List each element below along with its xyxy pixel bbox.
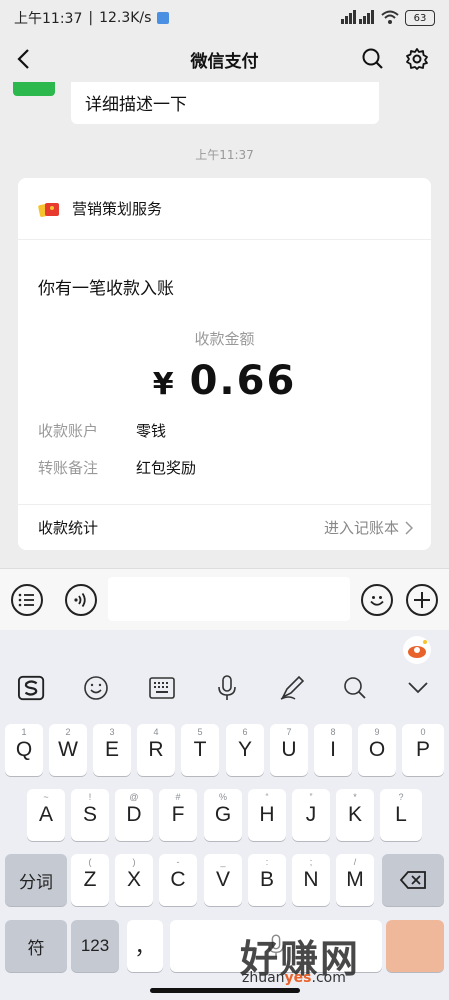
menu-list-icon[interactable] <box>11 584 43 616</box>
key-o[interactable]: 9O <box>358 724 396 776</box>
plus-icon[interactable] <box>406 584 438 616</box>
search-icon[interactable] <box>360 46 386 72</box>
key-r[interactable]: 4R <box>137 724 175 776</box>
number-key[interactable]: 123 <box>71 920 119 972</box>
home-indicator[interactable] <box>150 988 300 993</box>
battery-icon: 63 <box>405 10 435 26</box>
emoji-face-icon[interactable] <box>82 674 110 702</box>
payment-card[interactable]: 营销策划服务 你有一笔收款入账 收款金额 ¥0.66 收款账户 零钱 转账备注 … <box>18 178 431 550</box>
key-d[interactable]: @ D <box>115 789 153 841</box>
key-e[interactable]: 3E <box>93 724 131 776</box>
detail-value: 零钱 <box>136 422 167 440</box>
key-z[interactable]: (Z <box>71 854 109 906</box>
detail-key: 收款账户 <box>38 422 99 440</box>
key-b[interactable]: :B <box>248 854 286 906</box>
key-x[interactable]: ) X <box>115 854 153 906</box>
key-y[interactable]: 6Y <box>226 724 264 776</box>
sogou-logo-icon[interactable] <box>18 674 46 702</box>
app-notification-icon <box>157 12 170 24</box>
symbol-key[interactable]: 符 <box>5 920 67 972</box>
detail-row: 转账备注 红包奖励 <box>38 457 196 478</box>
message-bubble[interactable]: 详细描述一下 <box>71 82 379 124</box>
backspace-key[interactable] <box>382 854 444 906</box>
collapse-keyboard-icon[interactable] <box>404 674 432 702</box>
key-l[interactable]: ? L <box>380 789 422 841</box>
key-k[interactable]: * K <box>336 789 374 841</box>
key-j[interactable]: ” J <box>292 789 330 841</box>
key-m[interactable]: / M <box>336 854 374 906</box>
comma-key[interactable]: ， <box>127 920 163 972</box>
microphone-icon[interactable] <box>213 674 241 702</box>
handwriting-icon[interactable] <box>278 674 306 702</box>
key-q[interactable]: 1Q <box>5 724 43 776</box>
wifi-icon <box>381 10 399 27</box>
signal-icon <box>341 9 375 27</box>
amount-label: 收款金额 <box>194 330 255 348</box>
ledger-link-label: 进入记账本 <box>323 519 399 537</box>
enter-key[interactable] <box>386 920 444 972</box>
chat-input-bar <box>0 568 449 630</box>
message-timestamp: 上午11:37 <box>195 148 254 162</box>
status-time: 上午11:37 <box>14 11 83 27</box>
card-footer[interactable]: 收款统计 进入记账本 <box>18 504 431 550</box>
segment-key[interactable]: 分词 <box>5 854 67 906</box>
detail-row: 收款账户 零钱 <box>38 420 166 441</box>
key-h[interactable]: “H <box>248 789 286 841</box>
red-packet-icon <box>38 200 60 218</box>
gear-icon[interactable] <box>404 46 430 72</box>
currency-symbol: ¥ <box>152 367 176 402</box>
key-i[interactable]: 8I <box>314 724 352 776</box>
amount-value: ¥0.66 <box>18 358 431 404</box>
backspace-icon <box>399 871 426 889</box>
keyboard-layout-icon[interactable] <box>148 674 176 702</box>
key-c[interactable]: -C <box>159 854 197 906</box>
key-t[interactable]: 5T <box>181 724 219 776</box>
key-g[interactable]: % G <box>204 789 242 841</box>
keyboard-toolbar <box>0 658 449 718</box>
key-p[interactable]: 0P <box>402 724 444 776</box>
watermark-url: zhuanyes.com <box>242 970 346 986</box>
key-s[interactable]: ! S <box>71 789 109 841</box>
detail-key: 转账备注 <box>38 459 99 477</box>
search-icon[interactable] <box>341 674 369 702</box>
nav-bar: 微信支付 <box>0 36 449 82</box>
amount-number: 0.66 <box>189 358 297 404</box>
status-speed: 12.3K/s <box>99 10 152 26</box>
footer-stats-label: 收款统计 <box>38 519 99 537</box>
detail-value: 红包奖励 <box>136 459 197 477</box>
key-n[interactable]: ; N <box>292 854 330 906</box>
key-f[interactable]: # F <box>159 789 197 841</box>
ledger-link[interactable]: 进入记账本 <box>324 517 413 538</box>
voice-icon[interactable] <box>65 584 97 616</box>
avatar[interactable] <box>13 82 55 96</box>
status-bar: 上午11:37 | 12.3K/s 63 <box>0 0 449 36</box>
key-a[interactable]: ~ A <box>27 789 65 841</box>
key-u[interactable]: 7U <box>270 724 308 776</box>
card-header: 营销策划服务 <box>18 178 431 240</box>
card-title: 你有一笔收款入账 <box>38 279 174 299</box>
chevron-right-icon <box>405 520 413 535</box>
message-input[interactable] <box>108 577 350 621</box>
key-w[interactable]: 2W <box>49 724 87 776</box>
service-name: 营销策划服务 <box>72 200 163 218</box>
key-v[interactable]: _ V <box>204 854 242 906</box>
keyboard: 1Q 2W 3E 4R 5T 6Y 7U 8I 9O 0P ~ A ! S @ D #… <box>0 630 449 1000</box>
emoji-icon[interactable] <box>361 584 393 616</box>
